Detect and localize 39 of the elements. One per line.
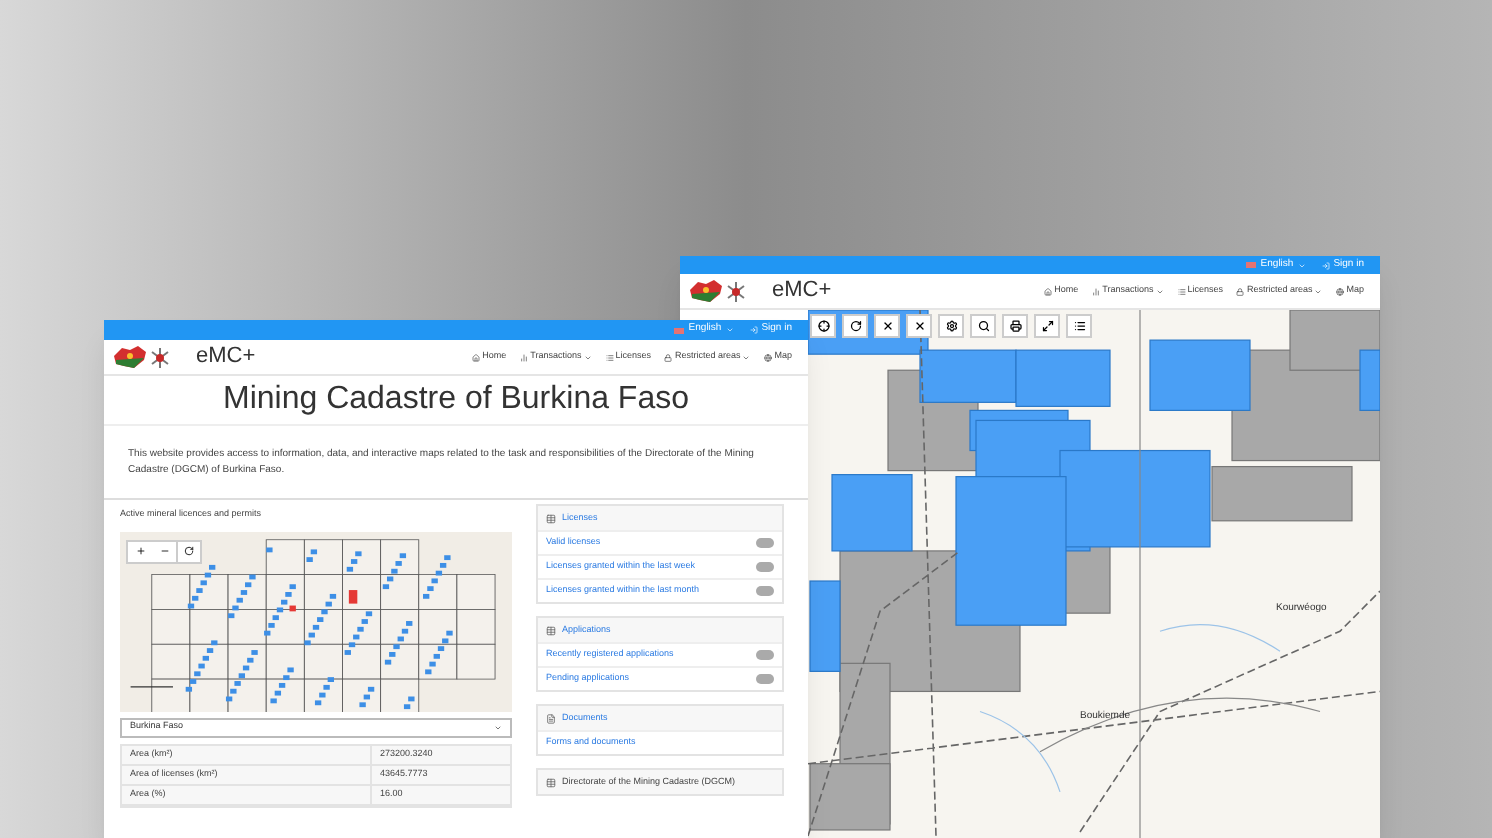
page-title: Mining Cadastre of Burkina Faso [104,376,808,426]
map-drawing[interactable] [120,531,512,712]
table-icon [546,777,556,787]
map-tool-button[interactable] [938,314,964,338]
plus-icon [135,546,145,557]
brand-name: eMC+ [772,276,832,307]
printer-icon [1009,320,1021,332]
document-icon [546,713,556,723]
map-tool-button[interactable] [1002,314,1028,338]
globe-icon [1336,287,1345,295]
list-icon [1177,287,1186,295]
sign-in-icon [1321,261,1330,269]
home-icon [472,353,481,361]
refresh-icon [184,546,194,557]
list-icon [1073,320,1085,332]
map-tool-button[interactable] [842,314,868,338]
sign-in-icon [749,326,758,334]
map-tool-button[interactable] [1034,314,1060,338]
lock-icon [664,353,673,361]
crosshair-icon [817,320,829,332]
flag-icon [674,327,685,333]
close-icon [881,320,893,332]
expand-icon [1041,320,1053,332]
lock-icon [1236,287,1245,295]
map-tool-button[interactable] [810,314,836,338]
table-icon [546,513,556,523]
map-tool-button[interactable] [970,314,996,338]
close-icon [913,320,925,332]
home-icon [1044,287,1053,295]
brand-name: eMC+ [196,342,256,373]
globe-icon [764,353,773,361]
list-icon [605,353,614,361]
minus-icon [159,546,169,557]
search-icon [977,320,989,332]
flag-icon [1246,262,1257,268]
table-icon [546,625,556,635]
refresh-icon [849,320,861,332]
settings-icon [945,320,957,332]
map-tool-button[interactable] [1066,314,1092,338]
